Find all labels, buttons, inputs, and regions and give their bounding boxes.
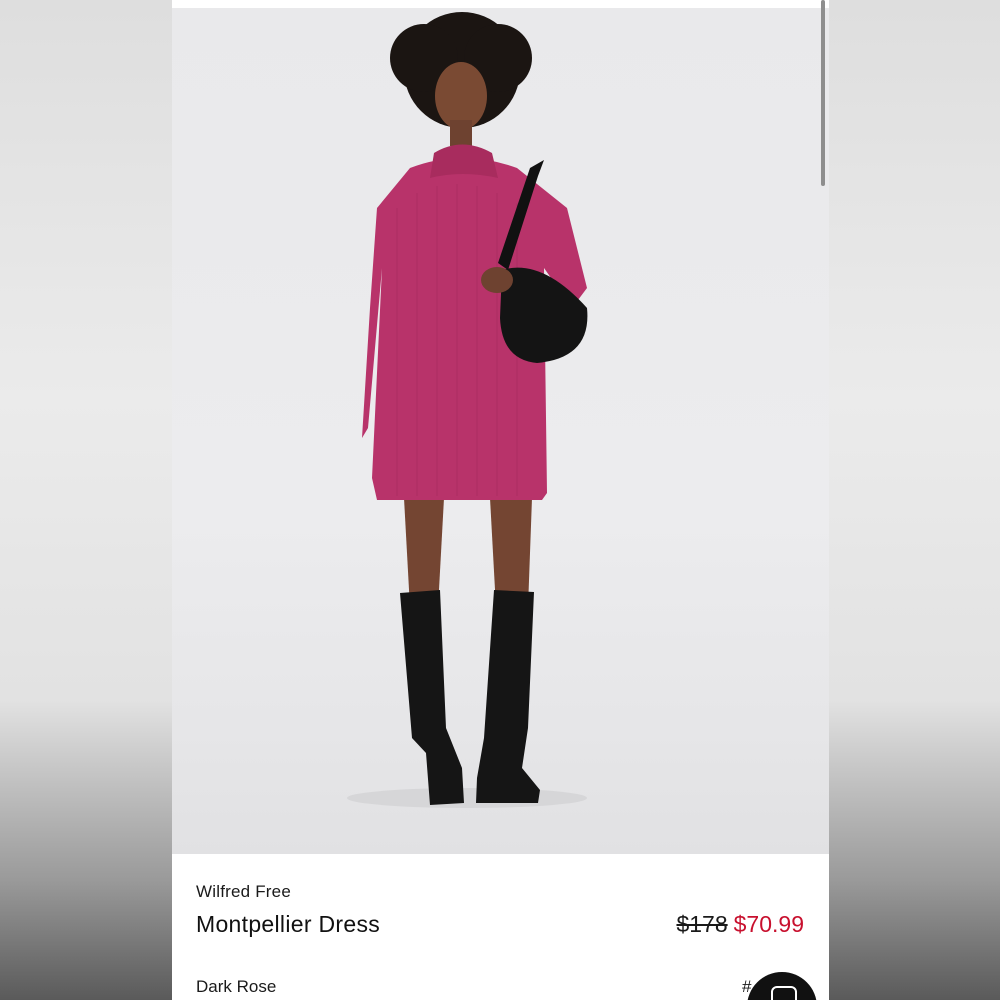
product-screen: Wilfred Free Montpellier Dress $178 $70.9… — [172, 0, 829, 1000]
right-blurred-backdrop — [828, 0, 1000, 1000]
product-title: Montpellier Dress — [196, 911, 381, 937]
brand-name[interactable]: Wilfred Free — [196, 882, 291, 902]
sale-price: $70.99 — [733, 911, 804, 937]
chat-button[interactable] — [747, 972, 817, 1000]
model-illustration — [347, 12, 588, 808]
scrollbar[interactable] — [821, 0, 825, 186]
left-blurred-backdrop — [0, 0, 172, 1000]
color-label: Dark Rose — [196, 977, 277, 996]
product-photo[interactable] — [172, 8, 829, 854]
chat-bubble-icon — [771, 986, 797, 1000]
price-block: $178 $70.99 — [676, 911, 804, 938]
original-price: $178 — [676, 911, 728, 937]
